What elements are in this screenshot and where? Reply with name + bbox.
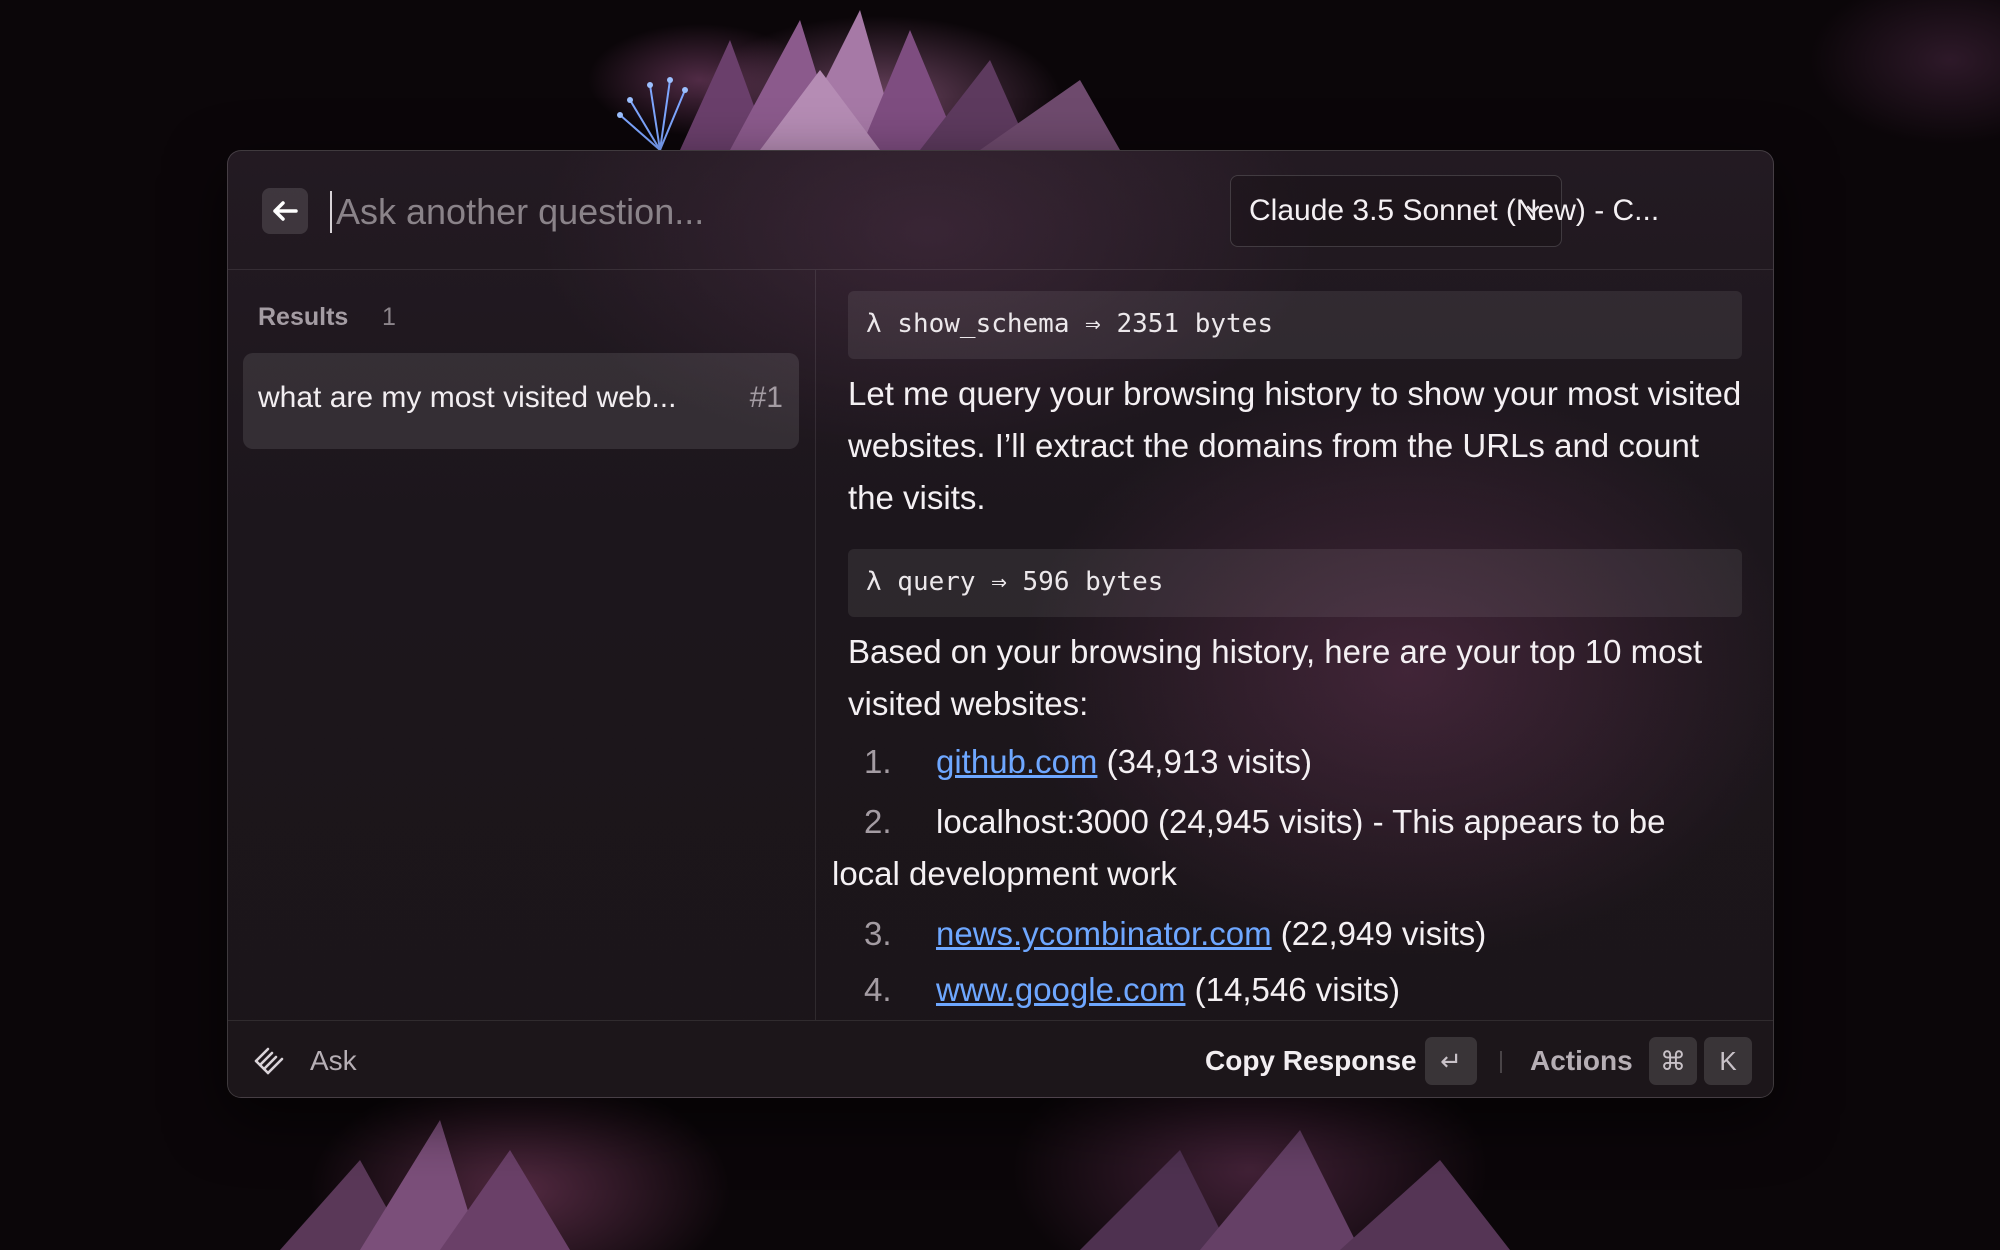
back-button[interactable] xyxy=(262,188,308,234)
list-number: 1. xyxy=(864,743,892,780)
results-label: Results xyxy=(258,303,349,331)
visit-count: (22,949 visits) xyxy=(1271,915,1487,952)
enter-key-hint: ↵ xyxy=(1425,1037,1477,1085)
results-count: 1 xyxy=(382,303,396,331)
tool-call-text: λ query ⇒ 596 bytes xyxy=(866,567,1164,597)
response-paragraph: Let me query your browsing history to sh… xyxy=(848,375,1742,516)
result-item-label: what are my most visited web... xyxy=(258,381,677,414)
k-key-hint: K xyxy=(1704,1037,1752,1085)
result-item[interactable]: what are my most visited web... #1 xyxy=(243,353,799,449)
model-selector-dropdown[interactable]: Claude 3.5 Sonnet (New) - C... xyxy=(1230,175,1659,247)
visit-count: (14,546 visits) xyxy=(1185,971,1401,1008)
list-item-text: localhost:3000 (24,945 visits) - This ap… xyxy=(936,803,1666,840)
actions-button[interactable]: Actions xyxy=(1530,1045,1633,1077)
text-caret xyxy=(330,191,332,233)
ai-chat-window: Claude 3.5 Sonnet (New) - C... Results 1… xyxy=(227,150,1774,1098)
flower-decoration-bottom-left xyxy=(240,1100,660,1250)
tool-call-text: λ show_schema ⇒ 2351 bytes xyxy=(866,309,1273,339)
tool-call-show-schema[interactable]: λ show_schema ⇒ 2351 bytes xyxy=(848,291,1742,359)
ask-question-input[interactable] xyxy=(328,181,1138,243)
raycast-logo-icon xyxy=(254,1047,284,1075)
response-panel: λ show_schema ⇒ 2351 bytes Let me query … xyxy=(817,270,1773,1020)
action-bar: Ask Copy Response ↵ Actions ⌘ K xyxy=(228,1020,1773,1097)
result-item-number: #1 xyxy=(749,381,783,414)
list-number: 4. xyxy=(864,971,892,1008)
list-number: 3. xyxy=(864,915,892,952)
website-link[interactable]: www.google.com xyxy=(936,971,1185,1008)
chevron-down-icon xyxy=(1526,205,1540,214)
flower-decoration xyxy=(560,0,1200,150)
visit-count: (34,913 visits) xyxy=(1097,743,1313,780)
website-link[interactable]: github.com xyxy=(936,743,1097,780)
response-paragraph: Based on your browsing history, here are… xyxy=(848,633,1703,722)
list-item: 4. www.google.com (14,546 visits) xyxy=(864,964,1400,1016)
tool-call-query[interactable]: λ query ⇒ 596 bytes xyxy=(848,549,1742,617)
copy-response-button[interactable]: Copy Response xyxy=(1205,1045,1417,1077)
footer-divider xyxy=(1500,1051,1502,1073)
flower-decoration-bottom-right xyxy=(1040,1100,1600,1250)
command-key-hint: ⌘ xyxy=(1649,1037,1697,1085)
list-item: 1. github.com (34,913 visits) xyxy=(864,736,1312,788)
website-link[interactable]: news.ycombinator.com xyxy=(936,915,1272,952)
list-number: 2. xyxy=(864,803,892,840)
list-item: 3. news.ycombinator.com (22,949 visits) xyxy=(864,908,1486,960)
search-header: Claude 3.5 Sonnet (New) - C... xyxy=(228,151,1773,270)
results-sidebar: Results 1 what are my most visited web..… xyxy=(228,270,816,1020)
list-item-continuation: local development work xyxy=(832,855,1177,892)
list-item: 2. localhost:3000 (24,945 visits) - This … xyxy=(864,796,1665,848)
model-selected-label: Claude 3.5 Sonnet (New) - C... xyxy=(1249,194,1660,227)
ask-label: Ask xyxy=(310,1045,357,1076)
arrow-left-icon xyxy=(273,201,298,221)
